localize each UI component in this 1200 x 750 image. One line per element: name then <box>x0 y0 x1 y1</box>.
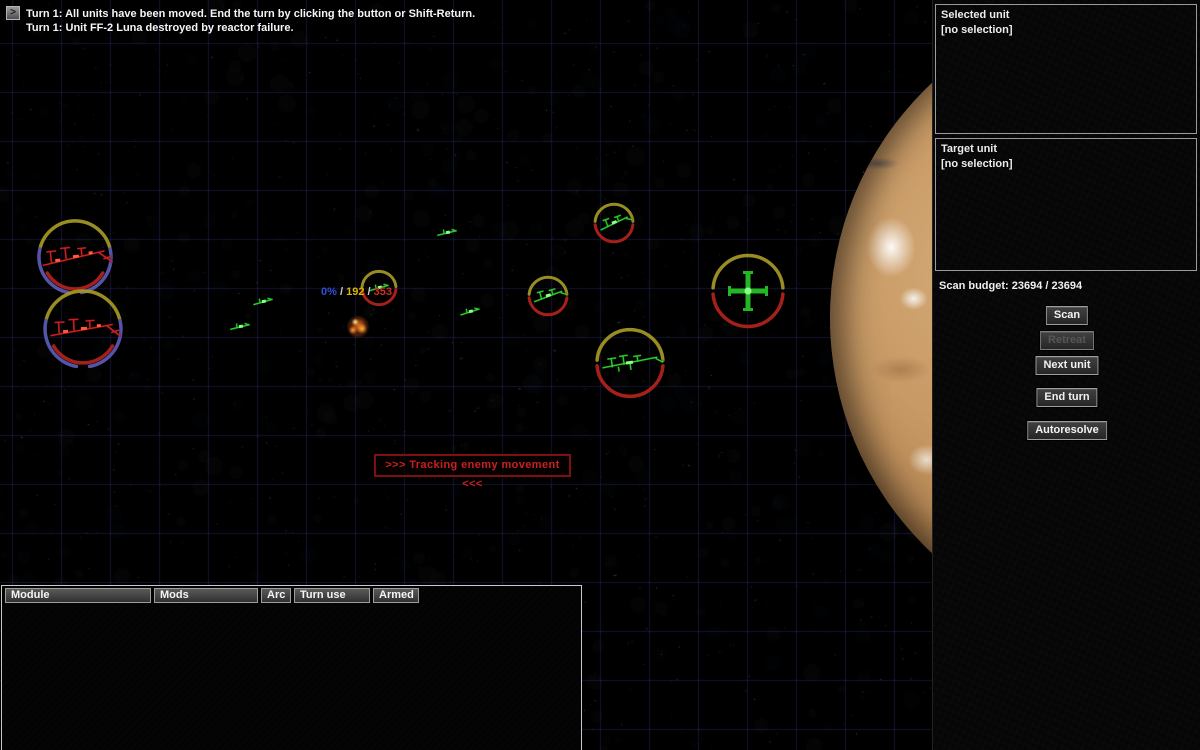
module-table-header: ModuleModsArcTurn useArmed <box>5 588 581 603</box>
column-header-turn-use: Turn use <box>294 588 370 603</box>
hit-indicator: 0% / 192 / 353 <box>321 286 392 298</box>
next-unit-button[interactable]: Next unit <box>1035 356 1098 375</box>
end-turn-button[interactable]: End turn <box>1036 388 1097 407</box>
game-screen: 0% / 192 / 353 >>> Tracking enemy moveme… <box>0 0 1200 750</box>
green-scout-sprite <box>250 293 276 311</box>
scan-button[interactable]: Scan <box>1046 306 1088 325</box>
hit-value-1: 192 <box>346 286 364 298</box>
column-header-armed: Armed <box>373 588 419 603</box>
retreat-button[interactable]: Retreat <box>1040 331 1094 350</box>
battle-map: 0% / 192 / 353 >>> Tracking enemy moveme… <box>0 0 932 750</box>
green-scout-sprite <box>457 303 483 322</box>
message-lines: Turn 1: All units have been moved. End t… <box>26 7 906 35</box>
tracking-banner: >>> Tracking enemy movement <<< <box>374 454 571 477</box>
module-table: ModuleModsArcTurn useArmed <box>1 585 582 750</box>
green-station-sprite <box>726 269 770 313</box>
log-line: Turn 1: Unit FF-2 Luna destroyed by reac… <box>26 21 906 35</box>
target-unit-panel: Target unit [no selection] <box>935 138 1197 271</box>
column-header-mods: Mods <box>154 588 258 603</box>
panel-title: Target unit <box>941 142 1191 157</box>
column-header-module: Module <box>5 588 151 603</box>
hit-value-2: 353 <box>374 286 392 298</box>
separator: / <box>337 286 346 298</box>
panel-title: Selected unit <box>941 8 1191 23</box>
red-cruiser-sprite <box>42 311 124 347</box>
selected-unit-panel: Selected unit [no selection] <box>935 4 1197 134</box>
separator: / <box>364 286 373 298</box>
green-scout-sprite <box>434 224 460 241</box>
expand-log-button[interactable]: > <box>6 6 20 20</box>
autoresolve-button[interactable]: Autoresolve <box>1027 421 1107 440</box>
scan-budget-label: Scan budget: 23694 / 23694 <box>939 280 1082 292</box>
log-line: Turn 1: All units have been moved. End t… <box>26 7 906 21</box>
panel-value: [no selection] <box>941 157 1191 172</box>
hit-chance-percent: 0% <box>321 286 337 298</box>
column-header-arc: Arc <box>261 588 291 603</box>
green-scout-sprite <box>227 318 253 335</box>
explosion-effect <box>341 309 375 343</box>
panel-value: [no selection] <box>941 23 1191 38</box>
sidebar: Selected unit [no selection] Target unit… <box>932 0 1200 750</box>
